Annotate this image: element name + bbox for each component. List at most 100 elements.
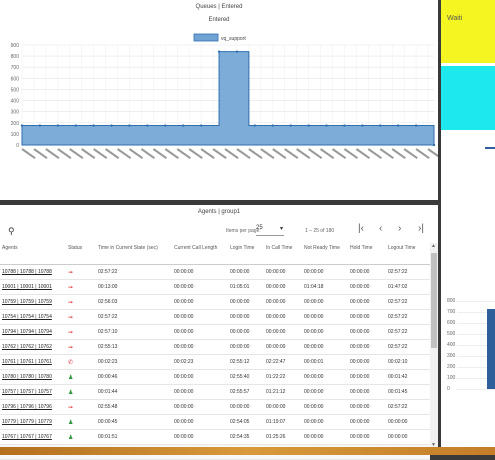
agent-link[interactable]: 10761 | 10761 | 10761 <box>0 354 66 370</box>
agent-link[interactable]: 10754 | 10754 | 10754 <box>0 309 66 325</box>
table-row[interactable]: 10762 | 10762 | 10762 ➞ 02:55:13 00:00:00 00… <box>0 339 430 355</box>
first-page-icon[interactable]: |‹ <box>358 223 364 234</box>
logged-out-icon: ➞ <box>68 299 74 306</box>
y-tick-label: 400 <box>11 99 20 105</box>
table-row[interactable]: 10767 | 10767 | 10767 ♟ 00:01:51 00:00:00 02… <box>0 429 430 445</box>
available-person-icon: ♟ <box>68 374 74 381</box>
table-row[interactable]: 10794 | 10794 | 10794 ➞ 02:57:10 00:00:00 00… <box>0 324 430 340</box>
table-row[interactable]: 10780 | 10780 | 10780 ♟ 00:00:46 00:00:00 02… <box>0 369 430 385</box>
status-cell: ✆ <box>66 354 96 370</box>
caret-down-icon: ▾ <box>279 226 283 232</box>
data-point <box>199 124 203 127</box>
column-header[interactable]: Status <box>66 243 96 265</box>
y-tick-label: 0 <box>16 143 19 149</box>
status-cell: ➞ <box>66 339 96 355</box>
pager-range: 1 – 25 of 180 <box>305 228 335 234</box>
status-cell: ➞ <box>66 324 96 340</box>
scroll-up-icon[interactable]: ▲ <box>431 243 436 249</box>
data-point <box>110 124 113 127</box>
previous-page-icon[interactable]: ‹ <box>379 223 382 234</box>
cell-hold: 00:00:00 <box>348 369 386 385</box>
table-row[interactable]: 10796 | 10796 | 10796 ➞ 02:55:48 00:00:00 00… <box>0 399 430 415</box>
agent-link[interactable]: 10001 | 10001 | 10001 <box>0 279 66 295</box>
last-page-icon[interactable]: ›| <box>418 223 424 234</box>
column-header[interactable]: Time in Current State (sec) <box>96 243 172 265</box>
cell-notready: 00:00:00 <box>302 399 348 415</box>
data-point <box>56 124 60 127</box>
right-y-tick: 800 <box>447 298 456 304</box>
agent-link[interactable]: 10757 | 10757 | 10757 <box>0 384 66 400</box>
data-point <box>361 124 364 127</box>
cell-notready: 00:00:00 <box>302 369 348 385</box>
agent-link[interactable]: 10794 | 10794 | 10794 <box>0 324 66 340</box>
entered-chart-panel: Queues | Entered Entered vq_support 900 80… <box>0 0 438 200</box>
cell-logout: 00:01:42 <box>386 369 430 385</box>
table-row[interactable]: 10788 | 10788 | 10788 ➞ 02:57:22 00:00:00 00… <box>0 264 430 280</box>
data-point <box>379 124 382 127</box>
status-cell: ➞ <box>66 309 96 325</box>
cell-cur: 02:55:48 <box>96 399 172 415</box>
cell-login: 01:05:01 <box>228 279 264 295</box>
right-y-tick: 200 <box>447 364 456 370</box>
search-icon[interactable]: ⚲ <box>8 226 15 237</box>
cell-cur: 00:00:46 <box>96 369 172 385</box>
y-tick-label: 800 <box>11 54 20 60</box>
cell-login: 00:00:00 <box>228 339 264 355</box>
status-cell: ♟ <box>66 429 96 445</box>
data-point <box>307 124 310 127</box>
right-y-tick: 300 <box>447 353 456 359</box>
cell-call: 00:00:00 <box>172 414 228 430</box>
cell-notready: 00:00:00 <box>302 324 348 340</box>
cell-notready: 00:00:00 <box>302 264 348 280</box>
cell-incall: 01:22:22 <box>264 369 302 385</box>
cell-logout: 02:57:22 <box>386 309 430 325</box>
cell-incall: 00:00:00 <box>264 324 302 340</box>
table-row[interactable]: 10761 | 10761 | 10761 ✆ 00:02:23 00:02:23 02… <box>0 354 430 370</box>
agent-link[interactable]: 10780 | 10780 | 10780 <box>0 369 66 385</box>
cell-logout: 02:57:22 <box>386 264 430 280</box>
logged-out-icon: ➞ <box>68 314 74 321</box>
cell-hold: 00:00:00 <box>348 429 386 445</box>
table-row[interactable]: 10754 | 10754 | 10754 ➞ 02:57:22 00:00:00 00… <box>0 309 430 325</box>
agent-link[interactable]: 10779 | 10779 | 10779 <box>0 414 66 430</box>
cell-call: 00:00:00 <box>172 279 228 295</box>
cell-call: 00:00:00 <box>172 339 228 355</box>
cyan-tile[interactable] <box>441 66 495 130</box>
column-header[interactable]: Login Time <box>228 243 264 265</box>
table-scrollbar[interactable]: ▲ ▼ <box>430 243 438 449</box>
right-bar <box>487 309 495 389</box>
agent-link[interactable]: 10796 | 10796 | 10796 <box>0 399 66 415</box>
right-bar-indicator <box>485 147 495 149</box>
scroll-thumb[interactable] <box>431 253 437 348</box>
agent-link[interactable]: 10788 | 10788 | 10788 <box>0 264 66 280</box>
cell-cur: 00:02:23 <box>96 354 172 370</box>
cell-cur: 02:57:10 <box>96 324 172 340</box>
agent-link[interactable]: 10762 | 10762 | 10762 <box>0 339 66 355</box>
table-row[interactable]: 10757 | 10757 | 10757 ♟ 00:01:44 00:00:00 02… <box>0 384 430 400</box>
column-header[interactable]: Hold Time <box>348 243 386 265</box>
right-y-tick: 600 <box>447 320 456 326</box>
table-row[interactable]: 10779 | 10779 | 10779 ♟ 00:00:45 00:00:00 02… <box>0 414 430 430</box>
column-header[interactable]: Logout Time <box>386 243 430 265</box>
waiting-tile[interactable]: Waiti <box>441 0 495 63</box>
column-header[interactable]: Agents <box>0 243 66 265</box>
column-header[interactable]: Not Ready Time <box>302 243 348 265</box>
logged-out-icon: ➞ <box>68 269 74 276</box>
items-per-page-select[interactable]: 25 ▾ <box>256 225 284 236</box>
cell-cur: 00:13:00 <box>96 279 172 295</box>
table-row[interactable]: 10759 | 10759 | 10759 ➞ 02:56:03 00:00:00 00… <box>0 294 430 310</box>
right-y-tick: 100 <box>447 375 456 381</box>
table-row[interactable]: 10001 | 10001 | 10001 ➞ 00:13:00 00:00:00 01… <box>0 279 430 295</box>
agents-table-panel: Agents | group1 ⚲ Items per page: 25 ▾ 1… <box>0 205 438 460</box>
data-point <box>92 124 95 127</box>
data-point <box>217 50 221 53</box>
next-page-icon[interactable]: › <box>398 223 401 234</box>
cell-login: 00:00:00 <box>228 264 264 280</box>
cell-incall: 01:21:12 <box>264 384 302 400</box>
agent-link[interactable]: 10759 | 10759 | 10759 <box>0 294 66 310</box>
column-header[interactable]: In Call Time <box>264 243 302 265</box>
column-header[interactable]: Current Call Length <box>172 243 228 265</box>
cell-call: 00:00:00 <box>172 429 228 445</box>
agent-link[interactable]: 10767 | 10767 | 10767 <box>0 429 66 445</box>
cell-login: 02:54:05 <box>228 414 264 430</box>
